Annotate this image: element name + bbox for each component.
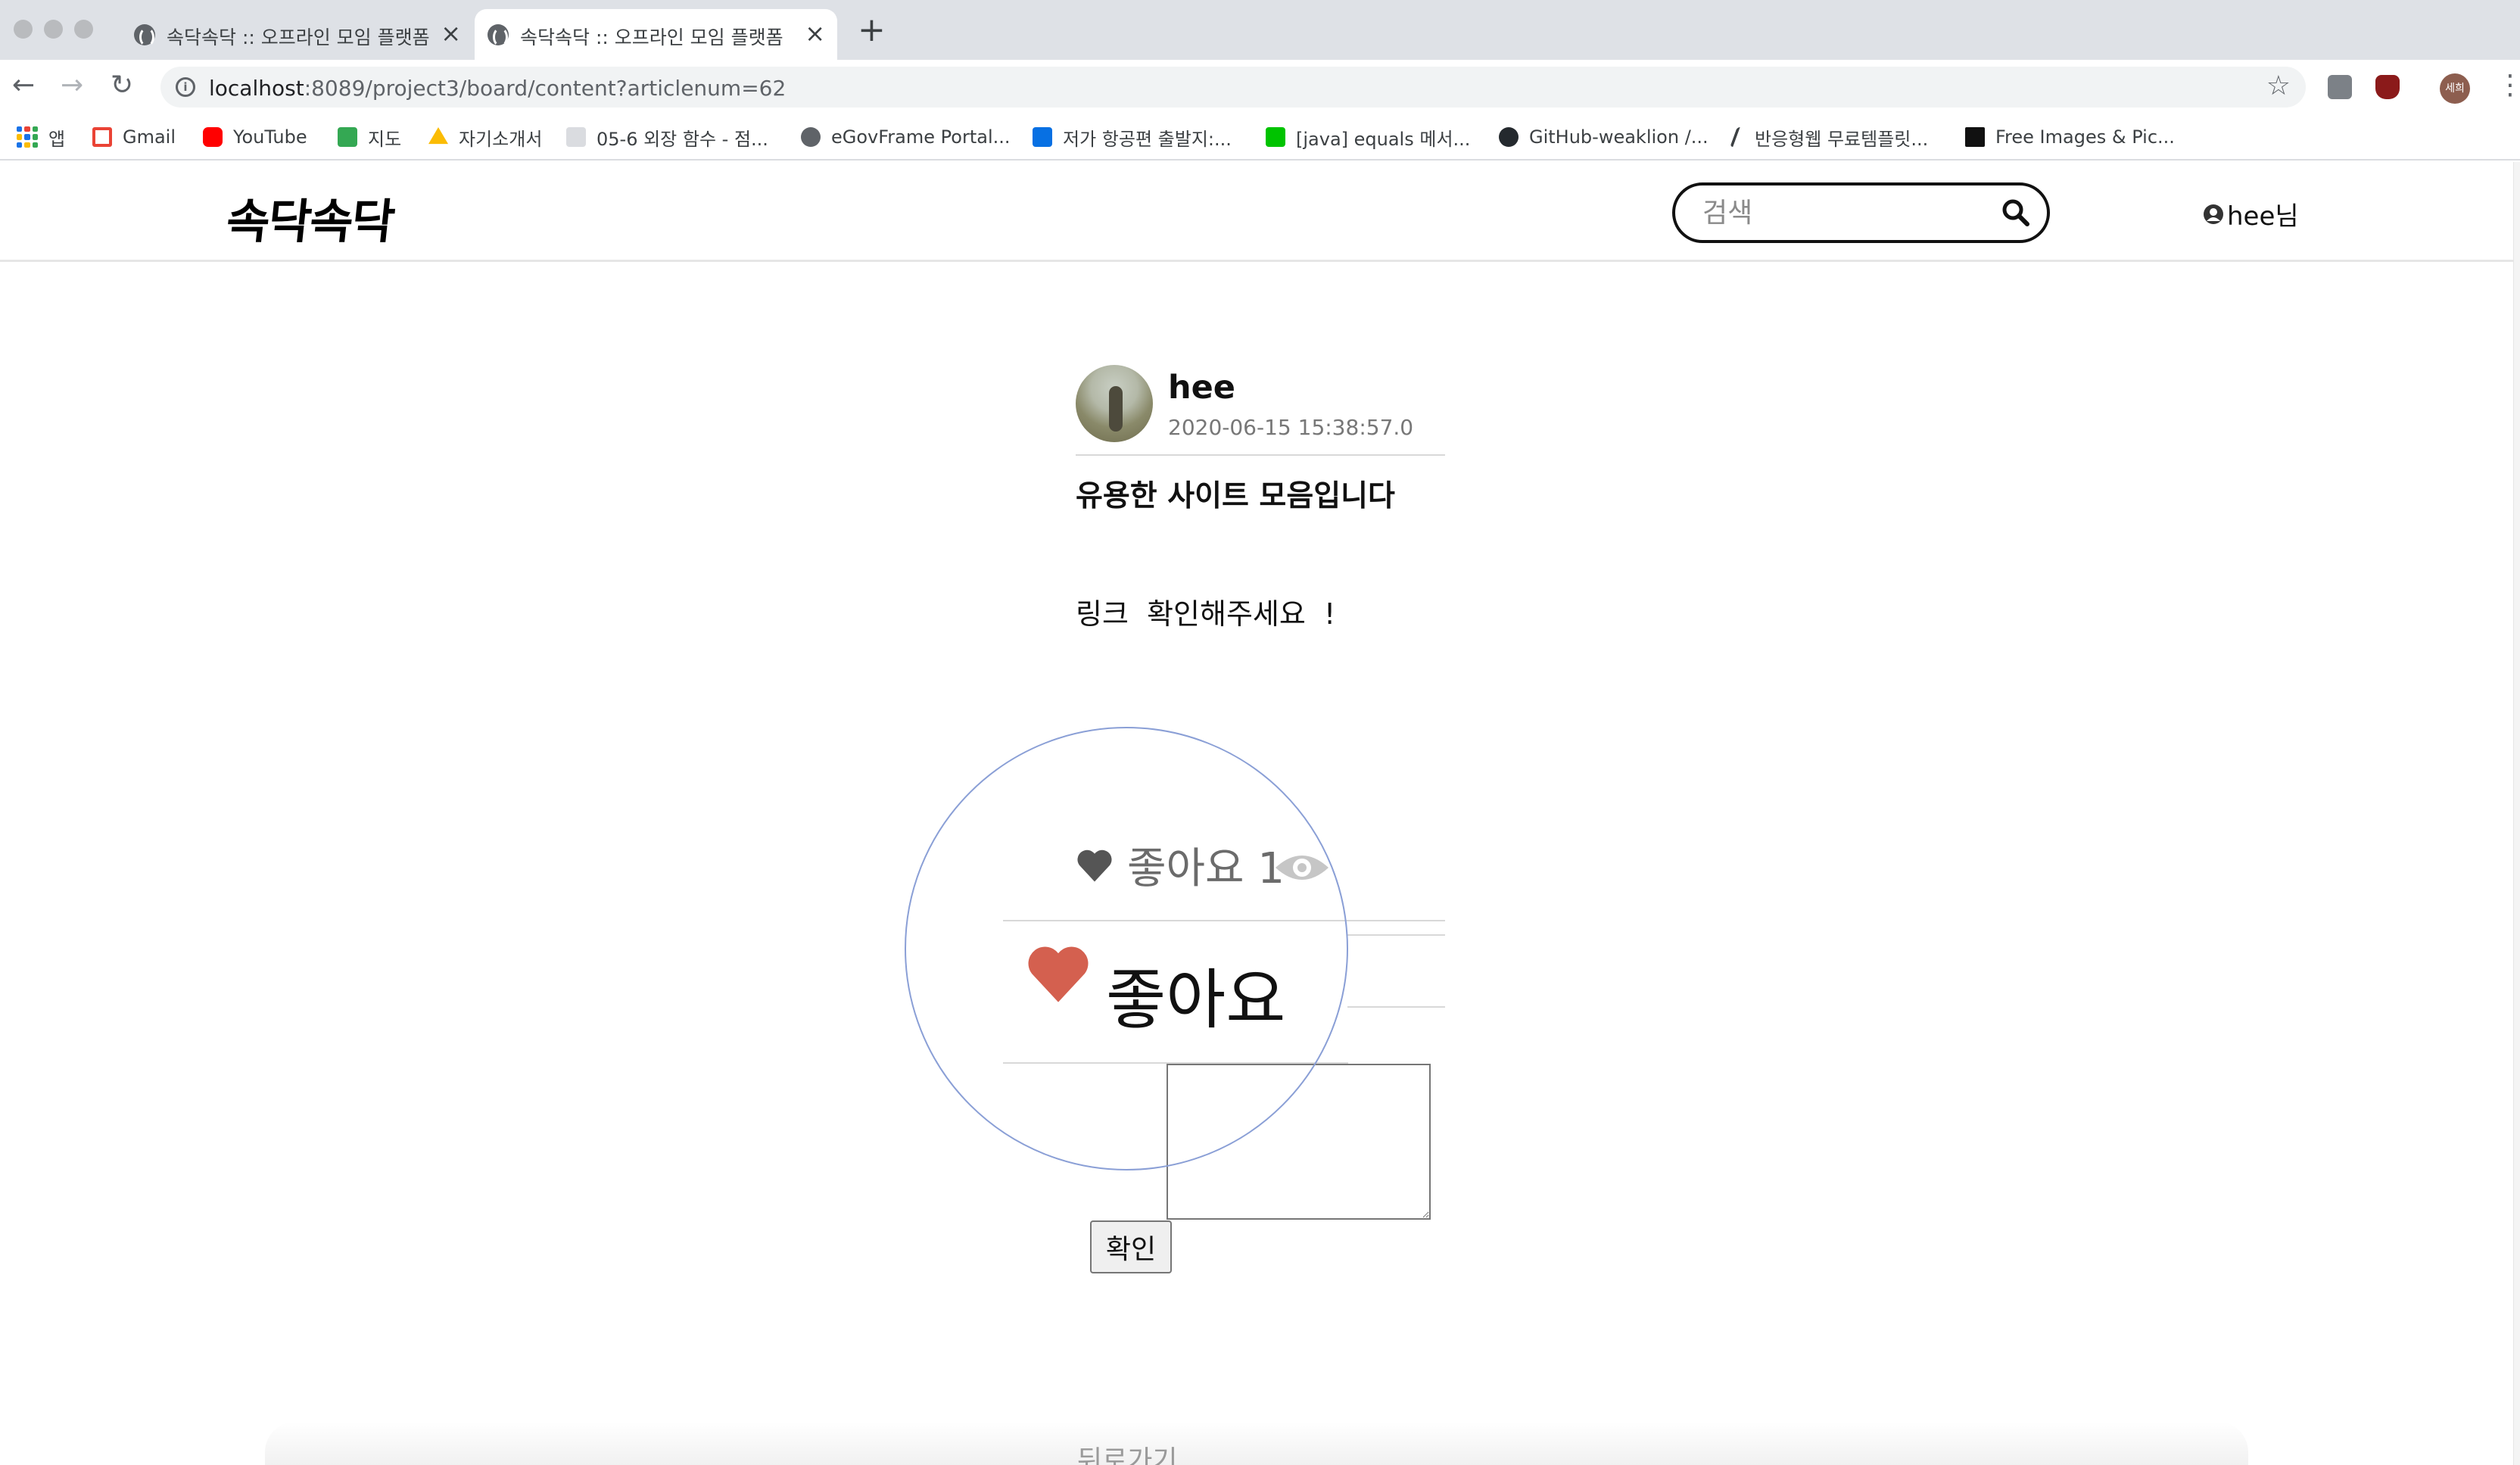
unsplash-icon bbox=[1965, 127, 1985, 147]
divider bbox=[1003, 920, 1445, 921]
post-body: 링크 확인해주세요 ! bbox=[1076, 597, 1336, 631]
browser-tab-active[interactable]: 속닥속닥 :: 오프라인 모임 플랫폼 × bbox=[475, 9, 837, 60]
footer-shadow bbox=[265, 1422, 2248, 1465]
github-icon bbox=[1499, 127, 1519, 147]
divider bbox=[1076, 454, 1445, 456]
forward-arrow-icon[interactable]: → bbox=[61, 70, 83, 101]
globe-icon bbox=[487, 24, 509, 47]
search-input[interactable] bbox=[1702, 195, 1990, 231]
confirm-button[interactable]: 확인 bbox=[1090, 1220, 1172, 1273]
bookmark-wikidocs[interactable]: 05-6 외장 함수 - 점... bbox=[566, 123, 768, 151]
browser-tab[interactable]: 속닥속닥 :: 오프라인 모임 플랫폼 × bbox=[121, 9, 473, 60]
post-date: 2020-06-15 15:38:57.0 bbox=[1168, 415, 1414, 440]
post-author: hee bbox=[1168, 369, 1235, 407]
close-tab-icon[interactable]: × bbox=[441, 18, 461, 48]
bookmark-drive[interactable]: 자기소개서 bbox=[428, 123, 542, 151]
heart-icon bbox=[1077, 849, 1112, 881]
bookmark-github[interactable]: GitHub-weaklion /... bbox=[1499, 123, 1709, 151]
browser-toolbar: ← → ↻ i localhost:8089/project3/board/co… bbox=[0, 60, 2520, 115]
new-tab-button[interactable]: + bbox=[858, 14, 886, 47]
browser-tab-bar: 속닥속닥 :: 오프라인 모임 플랫폼 × 속닥속닥 :: 오프라인 모임 플랫… bbox=[0, 0, 2520, 60]
skyscanner-icon bbox=[1033, 127, 1052, 147]
like-heart-icon[interactable] bbox=[1026, 943, 1091, 1005]
ublock-icon[interactable] bbox=[2375, 75, 2400, 99]
site-logo[interactable]: 속닥속닥 bbox=[223, 183, 397, 251]
like-count-label: 좋아요 1 bbox=[1127, 844, 1285, 893]
drive-icon bbox=[428, 127, 448, 145]
url-text[interactable]: localhost:8089/project3/board/content?ar… bbox=[209, 76, 786, 101]
bookmark-gmail[interactable]: Gmail bbox=[92, 123, 176, 151]
globe-icon bbox=[801, 127, 821, 147]
site-header: 속닥속닥 hee님 bbox=[0, 162, 2513, 262]
more-menu-icon[interactable]: ⋮ bbox=[2497, 70, 2520, 101]
author-avatar bbox=[1076, 365, 1153, 442]
pen-icon bbox=[1730, 127, 1748, 147]
search-box bbox=[1672, 182, 2050, 243]
bookmark-unsplash[interactable]: Free Images & Pic... bbox=[1965, 123, 2175, 151]
info-icon[interactable]: i bbox=[176, 77, 195, 97]
line-icon bbox=[1266, 127, 1285, 147]
page-scrollbar[interactable] bbox=[2513, 162, 2520, 1465]
bookmark-egovframe[interactable]: eGovFrame Portal... bbox=[801, 123, 1011, 151]
divider bbox=[1347, 934, 1445, 936]
bookmark-youtube[interactable]: YouTube bbox=[203, 123, 307, 151]
user-menu-link[interactable]: hee님 bbox=[2203, 195, 2299, 232]
bookmark-skyscanner[interactable]: 저가 항공편 출발지:... bbox=[1033, 123, 1232, 151]
profile-avatar[interactable]: 세희 bbox=[2440, 73, 2470, 104]
bookmark-java-equals[interactable]: [java] equals 메서... bbox=[1266, 123, 1470, 151]
gmail-icon bbox=[92, 127, 112, 147]
back-arrow-icon[interactable]: ← bbox=[12, 70, 35, 101]
youtube-icon bbox=[203, 127, 223, 147]
divider bbox=[1347, 1006, 1445, 1008]
close-tab-icon[interactable]: × bbox=[805, 18, 825, 48]
user-circle-icon bbox=[2204, 204, 2223, 224]
like-count-row: 좋아요 1 bbox=[1076, 834, 1285, 896]
search-icon[interactable] bbox=[2001, 198, 2031, 228]
comment-textarea[interactable] bbox=[1167, 1064, 1431, 1220]
bookmark-maps[interactable]: 지도 bbox=[338, 123, 401, 151]
tab-title: 속닥속닥 :: 오프라인 모임 플랫폼 bbox=[167, 26, 430, 48]
globe-icon bbox=[134, 24, 155, 47]
user-name-label: hee님 bbox=[2227, 201, 2299, 232]
bookmarks-bar: 앱 Gmail YouTube 지도 자기소개서 05-6 외장 함수 - 점.… bbox=[0, 115, 2520, 161]
minimize-window-button[interactable] bbox=[44, 20, 63, 39]
post-title: 유용한 사이트 모음입니다 bbox=[1076, 479, 1395, 513]
bookmark-responsive-template[interactable]: 반응형웹 무료템플릿... bbox=[1730, 123, 1928, 151]
cast-icon[interactable] bbox=[2328, 75, 2352, 99]
bookmark-star-icon[interactable]: ☆ bbox=[2266, 71, 2291, 101]
tab-title: 속닥속닥 :: 오프라인 모임 플랫폼 bbox=[520, 26, 783, 48]
reload-icon[interactable]: ↻ bbox=[111, 70, 133, 101]
wikidocs-icon bbox=[566, 127, 586, 147]
apps-grid-icon bbox=[17, 126, 38, 148]
like-button[interactable]: 좋아요 bbox=[1106, 946, 1285, 1041]
view-count-eye-icon bbox=[1276, 856, 1329, 880]
zoom-window-button[interactable] bbox=[74, 20, 93, 39]
bookmark-apps[interactable]: 앱 bbox=[17, 123, 65, 151]
back-link[interactable]: 뒤로가기 bbox=[1077, 1439, 1177, 1465]
maps-icon bbox=[338, 127, 357, 147]
address-bar[interactable]: i localhost:8089/project3/board/content?… bbox=[160, 67, 2306, 108]
close-window-button[interactable] bbox=[14, 20, 33, 39]
